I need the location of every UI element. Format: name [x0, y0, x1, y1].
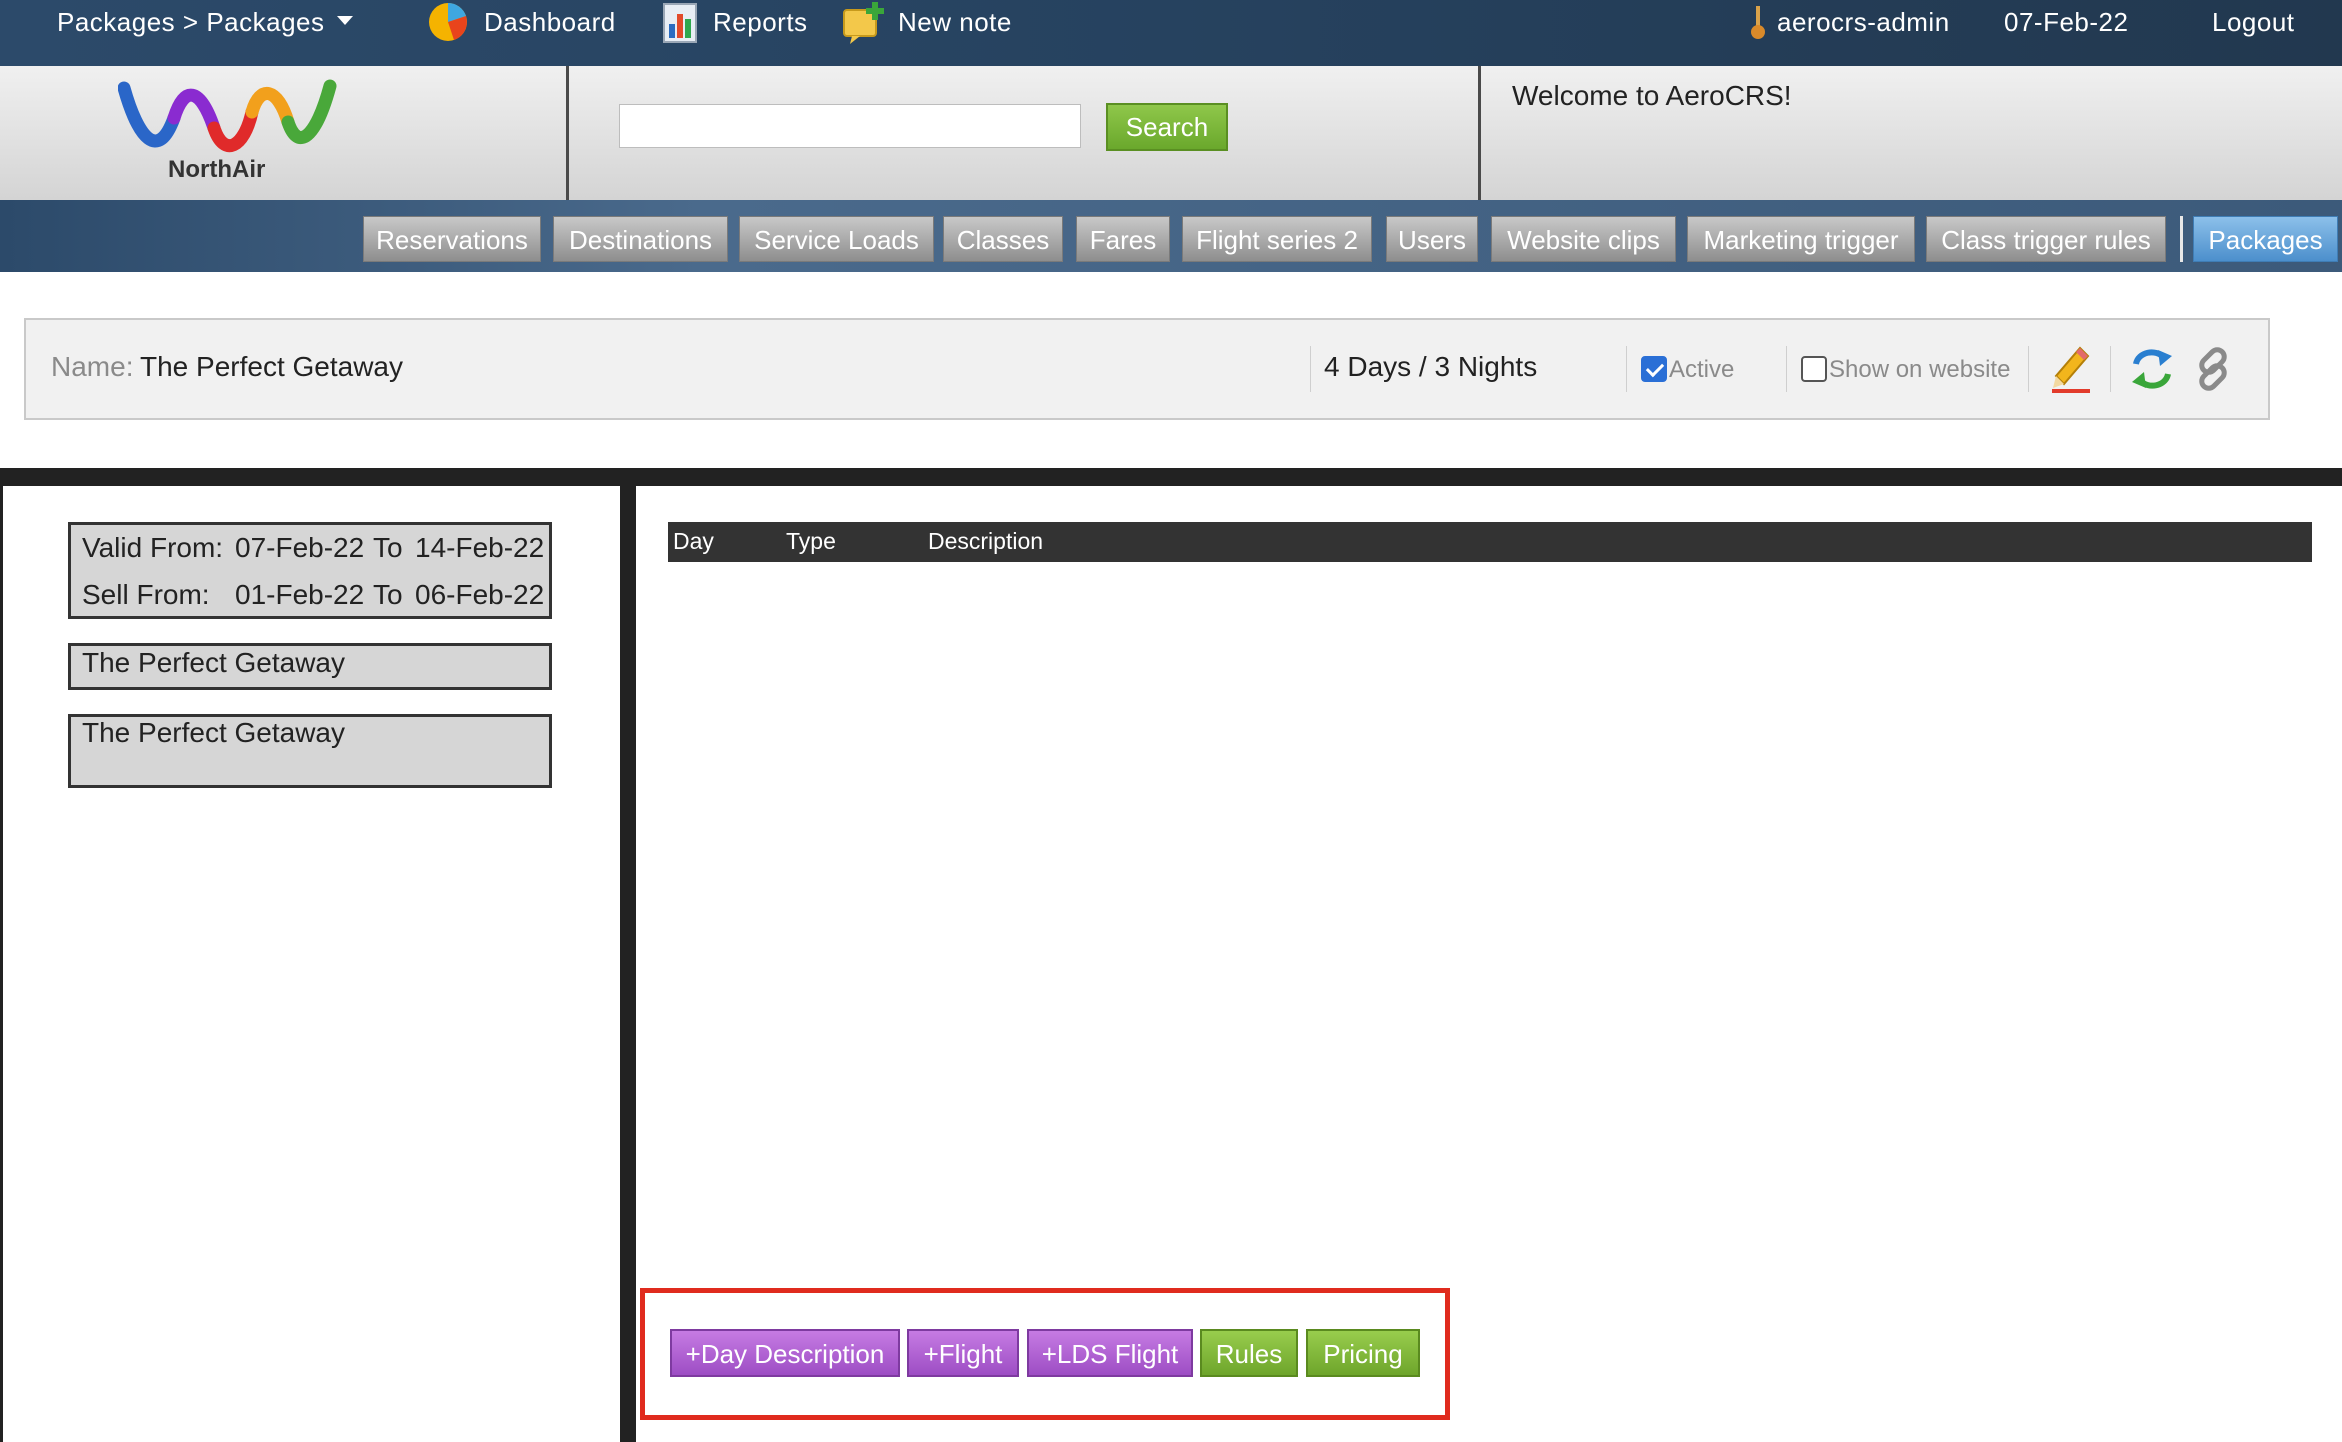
panel-divider: [620, 486, 636, 1442]
nav-divider: [2180, 216, 2183, 262]
info-divider: [1626, 346, 1627, 392]
valid-from-label: Valid From:: [82, 532, 224, 563]
show-on-website-checkbox[interactable]: [1801, 356, 1827, 382]
section-divider: [0, 468, 2342, 486]
refresh-icon[interactable]: [2130, 344, 2174, 394]
reports-link[interactable]: Reports: [713, 0, 808, 44]
sell-from-label: Sell From:: [82, 579, 210, 610]
logo-text: NorthAir: [168, 156, 266, 183]
username: aerocrs-admin: [1777, 7, 1950, 37]
column-type: Type: [786, 528, 836, 554]
sell-from-date: 01-Feb-22: [235, 579, 365, 610]
northair-logo: [118, 79, 337, 153]
new-note-icon[interactable]: [842, 0, 888, 44]
add-flight-button[interactable]: +Flight: [907, 1329, 1019, 1377]
package-name: The Perfect Getaway: [140, 351, 404, 382]
edit-icon[interactable]: [2050, 344, 2092, 394]
column-day: Day: [673, 528, 714, 554]
breadcrumb: Packages > Packages: [57, 7, 325, 37]
sell-to-date: 06-Feb-22: [415, 579, 545, 610]
show-on-website-label: Show on website: [1829, 356, 2011, 383]
user-icon: [1751, 6, 1765, 39]
link-icon[interactable]: [2190, 346, 2236, 392]
new-note-link[interactable]: New note: [898, 0, 1012, 44]
rules-button[interactable]: Rules: [1200, 1329, 1298, 1377]
info-divider: [1310, 346, 1311, 392]
sell-to-label: To: [373, 579, 403, 610]
top-bar: Packages > Packages Dashboard Reports Ne…: [0, 0, 2342, 66]
welcome-message: Welcome to AeroCRS!: [1512, 80, 1792, 111]
dashboard-icon[interactable]: [424, 0, 472, 44]
itinerary-table-header: [668, 522, 2312, 562]
add-lds-flight-button[interactable]: +LDS Flight: [1027, 1329, 1193, 1377]
current-date: 07-Feb-22: [2004, 7, 2129, 37]
valid-to-date: 14-Feb-22: [415, 532, 545, 563]
nav-service-loads[interactable]: Service Loads: [739, 216, 934, 262]
left-border: [0, 486, 3, 1442]
info-divider: [2028, 346, 2029, 392]
header-divider: [566, 66, 569, 200]
valid-from-date: 07-Feb-22: [235, 532, 365, 563]
info-divider: [2110, 346, 2111, 392]
nav-packages[interactable]: Packages: [2193, 216, 2338, 262]
nav-classes[interactable]: Classes: [943, 216, 1063, 262]
nav-reservations[interactable]: Reservations: [363, 216, 541, 262]
nav-marketing-trigger[interactable]: Marketing trigger: [1687, 216, 1915, 262]
nav-fares[interactable]: Fares: [1076, 216, 1170, 262]
breadcrumb-menu[interactable]: Packages > Packages: [57, 0, 353, 44]
nav-flight-series-2[interactable]: Flight series 2: [1182, 216, 1372, 262]
info-divider: [1786, 346, 1787, 392]
add-day-description-button[interactable]: +Day Description: [670, 1329, 900, 1377]
dashboard-link[interactable]: Dashboard: [484, 0, 616, 44]
package-duration: 4 Days / 3 Nights: [1324, 351, 1538, 382]
nav-class-trigger-rules[interactable]: Class trigger rules: [1926, 216, 2166, 262]
package-description-text: The Perfect Getaway: [82, 717, 346, 748]
nav-users[interactable]: Users: [1386, 216, 1478, 262]
package-name-label: Name:: [51, 351, 134, 382]
column-description: Description: [928, 528, 1044, 554]
chevron-down-icon: [336, 15, 353, 25]
search-input[interactable]: [619, 104, 1081, 148]
nav-destinations[interactable]: Destinations: [553, 216, 728, 262]
logout-link[interactable]: Logout: [2212, 0, 2295, 44]
active-checkbox[interactable]: [1641, 356, 1667, 382]
search-button[interactable]: Search: [1106, 103, 1228, 151]
valid-to-label: To: [373, 532, 403, 563]
nav-website-clips[interactable]: Website clips: [1491, 216, 1676, 262]
header-divider: [1478, 66, 1481, 200]
pricing-button[interactable]: Pricing: [1306, 1329, 1420, 1377]
package-title-text: The Perfect Getaway: [82, 647, 346, 678]
reports-icon[interactable]: [662, 0, 698, 44]
active-label: Active: [1669, 356, 1735, 383]
